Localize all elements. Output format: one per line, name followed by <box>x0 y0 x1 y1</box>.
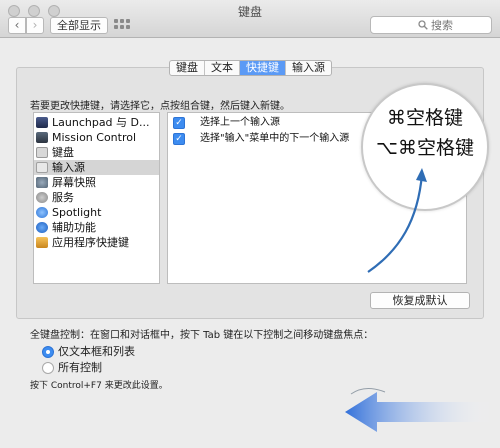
category-label: Launchpad 与 D... <box>52 116 150 129</box>
app-shortcuts-icon <box>36 237 48 248</box>
radio-text-boxes-and-lists[interactable]: 仅文本框和列表 <box>42 345 135 359</box>
category-item-services[interactable]: 服务 <box>34 190 159 205</box>
grid-view-icon[interactable] <box>114 19 132 31</box>
tab-input-sources[interactable]: 输入源 <box>286 61 331 75</box>
search-field[interactable] <box>370 16 492 34</box>
radio-button[interactable] <box>42 362 54 374</box>
category-label: 屏幕快照 <box>52 176 96 189</box>
shortcut-checkbox[interactable]: ✓ <box>173 133 185 145</box>
input-source-icon <box>36 162 48 173</box>
back-button[interactable]: ‹ <box>8 17 26 34</box>
shortcut-checkbox[interactable]: ✓ <box>173 117 185 129</box>
category-label: 键盘 <box>52 146 74 159</box>
tab-text[interactable]: 文本 <box>205 61 240 75</box>
category-label: Mission Control <box>52 131 137 144</box>
category-label: 应用程序快捷键 <box>52 236 129 249</box>
screenshot-icon <box>36 177 48 188</box>
category-item-launchpad[interactable]: Launchpad 与 D... <box>34 115 159 130</box>
category-item-spotlight[interactable]: Spotlight <box>34 205 159 220</box>
category-item-accessibility[interactable]: 辅助功能 <box>34 220 159 235</box>
radio-label: 仅文本框和列表 <box>58 345 135 358</box>
category-item-keyboard[interactable]: 键盘 <box>34 145 159 160</box>
search-icon <box>418 20 428 30</box>
category-label: 服务 <box>52 191 74 204</box>
checkmark-icon: ✓ <box>175 134 183 144</box>
category-label: 输入源 <box>52 161 85 174</box>
tab-keyboard[interactable]: 键盘 <box>170 61 205 75</box>
tab-bar: 键盘 文本 快捷键 输入源 <box>169 60 332 76</box>
category-item-screenshots[interactable]: 屏幕快照 <box>34 175 159 190</box>
chevron-left-icon: ‹ <box>14 18 20 32</box>
instruction-text: 若要更改快捷键，请选择它，点按组合键，然后键入新键。 <box>30 101 290 112</box>
category-item-input-sources[interactable]: 输入源 <box>34 160 159 175</box>
search-input[interactable] <box>431 18 489 32</box>
shortcut-label: 选择"输入"菜单中的下一个输入源 <box>200 133 350 144</box>
category-item-app-shortcuts[interactable]: 应用程序快捷键 <box>34 235 159 250</box>
category-label: Spotlight <box>52 206 102 219</box>
spotlight-icon <box>36 207 48 218</box>
magnified-shortcut-previous: ⌘空格键 <box>386 107 463 129</box>
category-item-mission-control[interactable]: Mission Control <box>34 130 159 145</box>
footnote-text: 按下 Control+F7 来更改此设置。 <box>30 381 168 391</box>
accessibility-icon <box>36 222 48 233</box>
show-all-button[interactable]: 全部显示 <box>50 17 108 34</box>
shortcut-label: 选择上一个输入源 <box>200 117 280 128</box>
services-gear-icon <box>36 192 48 203</box>
title-bar: 键盘 ‹ › 全部显示 <box>0 0 500 38</box>
category-label: 辅助功能 <box>52 221 96 234</box>
mission-control-icon <box>36 132 48 143</box>
checkmark-icon: ✓ <box>175 118 183 128</box>
magnified-shortcut-next: ⌥⌘空格键 <box>376 137 474 159</box>
keyboard-icon <box>36 147 48 158</box>
chevron-right-icon: › <box>32 18 38 32</box>
watermark-logo-icon <box>345 388 495 432</box>
radio-all-controls[interactable]: 所有控制 <box>42 361 102 375</box>
radio-label: 所有控制 <box>58 361 102 374</box>
restore-defaults-button[interactable]: 恢复成默认 <box>370 292 470 309</box>
pointer-arrow-icon <box>367 168 427 273</box>
tab-shortcuts[interactable]: 快捷键 <box>240 61 286 75</box>
forward-button[interactable]: › <box>26 17 44 34</box>
category-list: Launchpad 与 D... Mission Control 键盘 输入源 … <box>33 112 160 284</box>
radio-button-selected[interactable] <box>42 346 54 358</box>
launchpad-icon <box>36 117 48 128</box>
keyboard-control-label: 全键盘控制：在窗口和对话框中，按下 Tab 键在以下控制之间移动键盘焦点： <box>30 330 374 341</box>
